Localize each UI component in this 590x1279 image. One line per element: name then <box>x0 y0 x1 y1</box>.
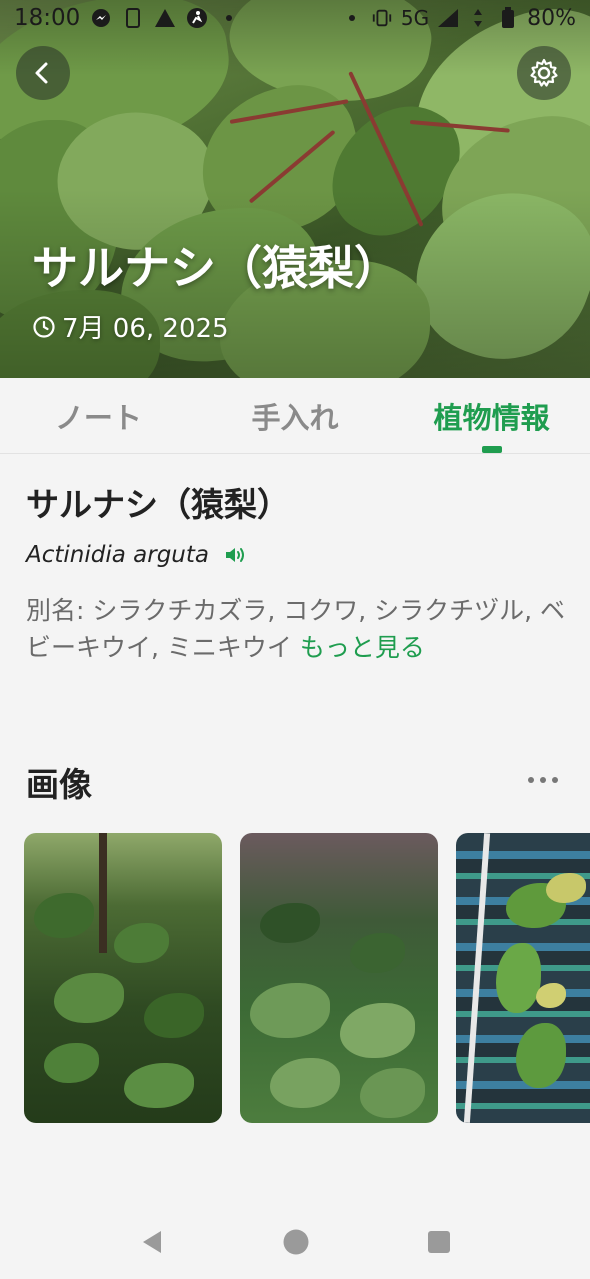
entry-date: 7月 06, 2025 <box>62 314 229 344</box>
clock-icon <box>33 315 55 338</box>
scientific-name: Actinidia arguta <box>26 542 209 568</box>
network-type: 5G <box>400 6 430 30</box>
data-arrows-icon <box>467 7 489 29</box>
dot-icon <box>218 7 240 29</box>
messenger-icon <box>90 7 112 29</box>
status-bar: 18:00 5G 80% <box>0 0 590 36</box>
gallery-image[interactable] <box>24 833 222 1123</box>
tab-notes[interactable]: ノート <box>0 378 197 453</box>
nav-recents-icon <box>428 1231 451 1253</box>
tab-care[interactable]: 手入れ <box>197 378 394 453</box>
plant-name: サルナシ（猿梨） <box>26 485 290 524</box>
settings-icon <box>530 58 558 87</box>
system-nav-bar <box>0 1205 590 1279</box>
back-icon <box>35 62 48 84</box>
images-section-title: 画像 <box>26 765 92 804</box>
phone-notification-icon <box>122 7 144 29</box>
battery-icon <box>497 7 519 29</box>
running-icon <box>186 7 208 29</box>
nav-home-icon <box>283 1229 309 1255</box>
aliases: 別名: シラクチカズラ, コクワ, シラクチヅル, ベビーキウイ, ミニキウイ … <box>26 592 571 666</box>
nav-back-icon <box>142 1231 161 1253</box>
scientific-name-row: Actinidia arguta <box>26 542 247 568</box>
settings-button[interactable] <box>517 46 571 100</box>
speaker-icon <box>226 548 244 562</box>
more-icon <box>528 777 534 783</box>
dot-icon <box>341 7 363 29</box>
gallery-image[interactable] <box>456 833 590 1123</box>
pronounce-button[interactable] <box>223 544 247 566</box>
back-button[interactable] <box>16 46 70 100</box>
date-row: 7月 06, 2025 <box>32 308 229 345</box>
battery-level: 80% <box>527 5 576 31</box>
nav-back-button[interactable] <box>139 1229 165 1255</box>
gallery-image[interactable] <box>240 833 438 1123</box>
nav-recents-button[interactable] <box>427 1230 451 1254</box>
status-time: 18:00 <box>14 5 81 31</box>
warning-icon <box>154 7 176 29</box>
signal-icon <box>437 7 459 29</box>
more-button[interactable] <box>528 768 568 792</box>
image-gallery[interactable] <box>24 833 590 1123</box>
nav-home-button[interactable] <box>282 1228 310 1256</box>
page-title: サルナシ（猿梨） <box>32 241 400 295</box>
tab-plant-info[interactable]: 植物情報 <box>393 378 590 453</box>
vibrate-icon <box>371 7 393 29</box>
tab-bar: ノート 手入れ 植物情報 <box>0 378 590 454</box>
aliases-text: 別名: シラクチカズラ, コクワ, シラクチヅル, ベビーキウイ, ミニキウイ <box>26 596 566 662</box>
show-more-link[interactable]: もっと見る <box>300 633 425 662</box>
